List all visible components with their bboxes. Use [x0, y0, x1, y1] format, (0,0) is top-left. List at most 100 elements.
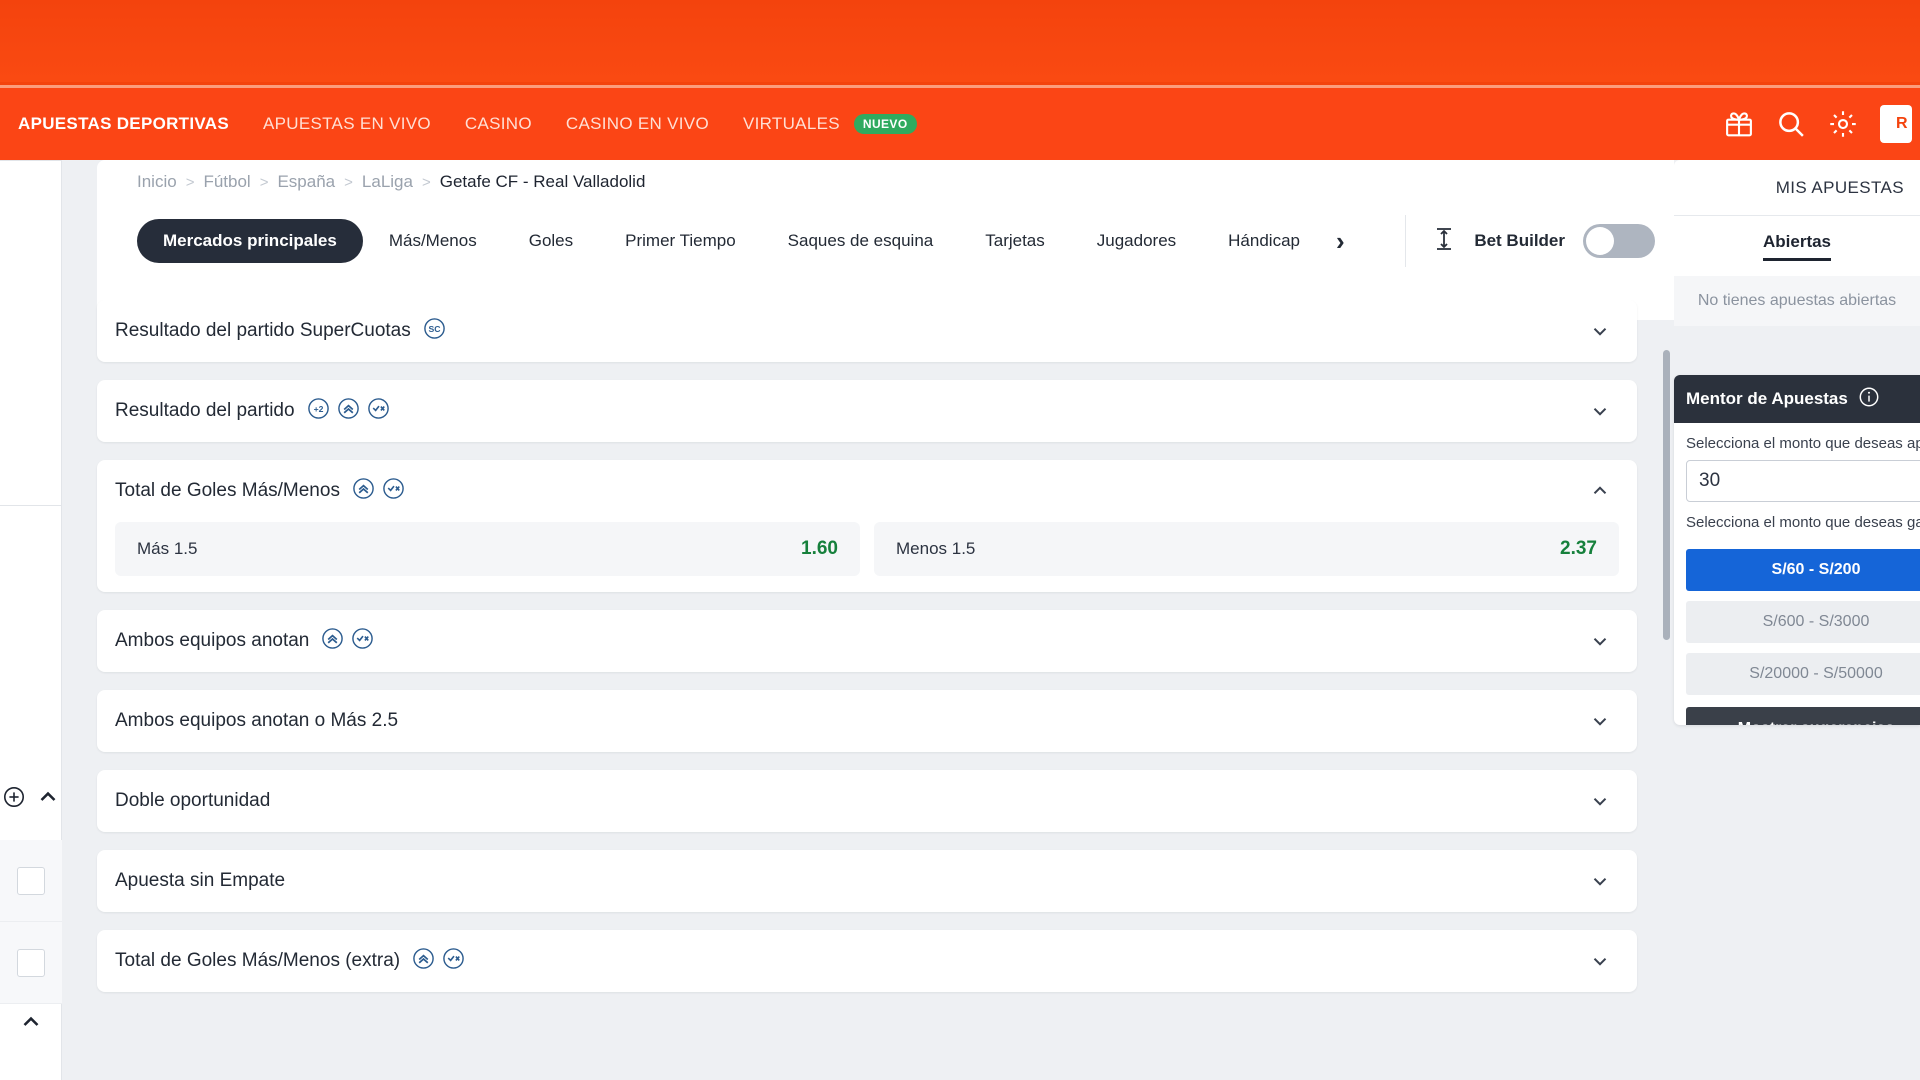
mentor-card: Mentor de Apuestas Selecciona el monto q…	[1674, 375, 1920, 725]
my-bets-tabs: Abiertas	[1674, 216, 1920, 276]
outcome-button-mas[interactable]: Más 1.5 1.60	[115, 522, 860, 576]
market-row: Ambos equipos anotan o Más 2.5	[97, 690, 1637, 752]
gear-icon[interactable]	[1828, 109, 1858, 139]
tab-mercados-principales[interactable]: Mercados principales	[137, 219, 363, 263]
nav-item-apuestas-en-vivo[interactable]: APUESTAS EN VIVO	[263, 114, 431, 134]
market-header-ambos-equipos-anotan[interactable]: Ambos equipos anotan	[97, 610, 1637, 672]
market-icons	[321, 627, 374, 655]
tab-jugadores[interactable]: Jugadores	[1071, 219, 1202, 263]
mentor-amount-label: Selecciona el monto que deseas apostar	[1686, 435, 1920, 452]
market-header-resultado-del-partido[interactable]: Resultado del partido +2	[97, 380, 1637, 442]
register-button[interactable]: R	[1880, 105, 1912, 143]
add-circle-icon[interactable]	[2, 785, 26, 814]
nav-links: APUESTAS DEPORTIVAS APUESTAS EN VIVO CAS…	[0, 88, 917, 160]
tab-saques-de-esquina[interactable]: Saques de esquina	[762, 219, 960, 263]
rail-divider	[0, 160, 62, 161]
cashout-icon	[351, 627, 374, 655]
nav-item-label: CASINO EN VIVO	[565, 114, 709, 133]
right-sidebar: MIS APUESTAS Abiertas No tienes apuestas…	[1674, 160, 1920, 1080]
nav-item-virtuales[interactable]: VIRTUALES NUEVO	[743, 114, 917, 135]
tab-handicap[interactable]: Hándicap	[1202, 219, 1326, 263]
tab-primer-tiempo[interactable]: Primer Tiempo	[599, 219, 762, 263]
market-row: Doble oportunidad	[97, 770, 1637, 832]
rail-checkbox-cell[interactable]	[0, 922, 62, 1004]
market-row: Apuesta sin Empate	[97, 850, 1637, 912]
chevron-up-icon[interactable]	[36, 785, 60, 814]
market-header-supercuotas[interactable]: Resultado del partido SuperCuotas SC	[97, 300, 1637, 362]
mentor-range-option-2[interactable]: S/600 - S/3000	[1686, 601, 1920, 643]
tabs-next-arrow-icon[interactable]: ›	[1326, 228, 1355, 254]
market-header-apuesta-sin-empate[interactable]: Apuesta sin Empate	[97, 850, 1637, 912]
mentor-title: Mentor de Apuestas	[1686, 389, 1848, 408]
tab-abiertas[interactable]: Abiertas	[1762, 232, 1832, 261]
checkbox-icon[interactable]	[17, 866, 45, 895]
search-icon[interactable]	[1776, 109, 1806, 139]
breadcrumb-item-futbol[interactable]: Fútbol	[203, 172, 250, 192]
nav-item-casino-en-vivo[interactable]: CASINO EN VIVO	[566, 114, 709, 134]
outcome-button-menos[interactable]: Menos 1.5 2.37	[874, 522, 1619, 576]
bet-builder-toggle[interactable]	[1583, 224, 1655, 258]
svg-text:SC: SC	[428, 324, 440, 334]
outcome-odds: 1.60	[801, 538, 838, 559]
market-header-doble-oportunidad[interactable]: Doble oportunidad	[97, 770, 1637, 832]
boost-icon	[352, 477, 375, 505]
market-header-total-de-goles-extra[interactable]: Total de Goles Más/Menos (extra)	[97, 930, 1637, 992]
market-icons: SC	[423, 317, 446, 345]
chevron-down-icon[interactable]	[1589, 870, 1611, 892]
market-header-ambos-equipos-anotan-o-mas[interactable]: Ambos equipos anotan o Más 2.5	[97, 690, 1637, 752]
market-icons	[412, 947, 465, 975]
tab-tarjetas[interactable]: Tarjetas	[959, 219, 1071, 263]
market-icons: +2	[307, 397, 390, 425]
nav-item-label: CASINO	[464, 114, 532, 133]
market-list: Resultado del partido SuperCuotas SC Res…	[62, 300, 1674, 1080]
nav-item-label: APUESTAS DEPORTIVAS	[18, 114, 229, 133]
market-title: Resultado del partido	[115, 400, 295, 421]
boost-icon	[412, 947, 435, 975]
chevron-down-icon[interactable]	[1589, 320, 1611, 342]
mentor-submit-button[interactable]: Mostrar sugerencias	[1686, 707, 1920, 725]
chevron-up-icon[interactable]	[1589, 480, 1611, 502]
chevron-down-icon[interactable]	[1589, 710, 1611, 732]
checkbox-icon[interactable]	[17, 948, 45, 977]
market-title: Total de Goles Más/Menos	[115, 480, 340, 501]
outcome-label: Más 1.5	[137, 539, 198, 558]
nav-item-casino[interactable]: CASINO	[465, 114, 532, 134]
market-header-total-de-goles[interactable]: Total de Goles Más/Menos	[97, 460, 1637, 522]
bet-builder-label: Bet Builder	[1474, 231, 1565, 250]
breadcrumb-item-espana[interactable]: España	[277, 172, 335, 192]
outcome-odds: 2.37	[1560, 538, 1597, 559]
market-outcomes: Más 1.5 1.60 Menos 1.5 2.37	[97, 522, 1637, 592]
nav-right-actions: R	[1724, 88, 1920, 160]
nav-item-apuestas-deportivas[interactable]: APUESTAS DEPORTIVAS	[18, 114, 229, 134]
breadcrumb: Inicio > Fútbol > España > LaLiga > Geta…	[137, 172, 645, 192]
breadcrumb-current-match: Getafe CF - Real Valladolid	[439, 172, 646, 191]
market-tabs: Mercados principales Más/Menos Goles Pri…	[137, 219, 1397, 263]
mentor-range-option-3[interactable]: S/20000 - S/50000	[1686, 653, 1920, 695]
breadcrumb-item-laliga[interactable]: LaLiga	[362, 172, 413, 192]
market-title: Apuesta sin Empate	[115, 870, 286, 891]
mentor-info-icon[interactable]	[1858, 386, 1880, 413]
nav-item-label: APUESTAS EN VIVO	[263, 114, 431, 133]
chevron-down-icon[interactable]	[1589, 950, 1611, 972]
mentor-body-clip: Selecciona el monto que deseas apostar S…	[1674, 423, 1920, 725]
toggle-knob	[1586, 227, 1614, 255]
chevron-up-icon[interactable]	[19, 1010, 43, 1039]
gift-icon[interactable]	[1724, 109, 1754, 139]
cashout-icon	[442, 947, 465, 975]
mentor-range-option-1[interactable]: S/60 - S/200	[1686, 549, 1920, 591]
tab-mas-menos[interactable]: Más/Menos	[363, 219, 503, 263]
left-sidebar-rail	[0, 160, 62, 1080]
market-tabbar: Mercados principales Más/Menos Goles Pri…	[137, 210, 1674, 272]
tab-goles[interactable]: Goles	[503, 219, 599, 263]
breadcrumb-separator: >	[421, 173, 431, 191]
market-title: Ambos equipos anotan	[115, 630, 310, 651]
chevron-down-icon[interactable]	[1589, 790, 1611, 812]
bet-builder-control: Bet Builder	[1405, 215, 1674, 267]
mentor-range-label: Selecciona el monto que deseas ganar	[1686, 514, 1920, 531]
rail-checkbox-cell[interactable]	[0, 840, 62, 922]
chevron-down-icon[interactable]	[1589, 630, 1611, 652]
chevron-down-icon[interactable]	[1589, 400, 1611, 422]
promo-banner-surface	[0, 0, 1920, 82]
breadcrumb-item-inicio[interactable]: Inicio	[137, 172, 177, 192]
mentor-amount-input[interactable]	[1686, 460, 1920, 502]
